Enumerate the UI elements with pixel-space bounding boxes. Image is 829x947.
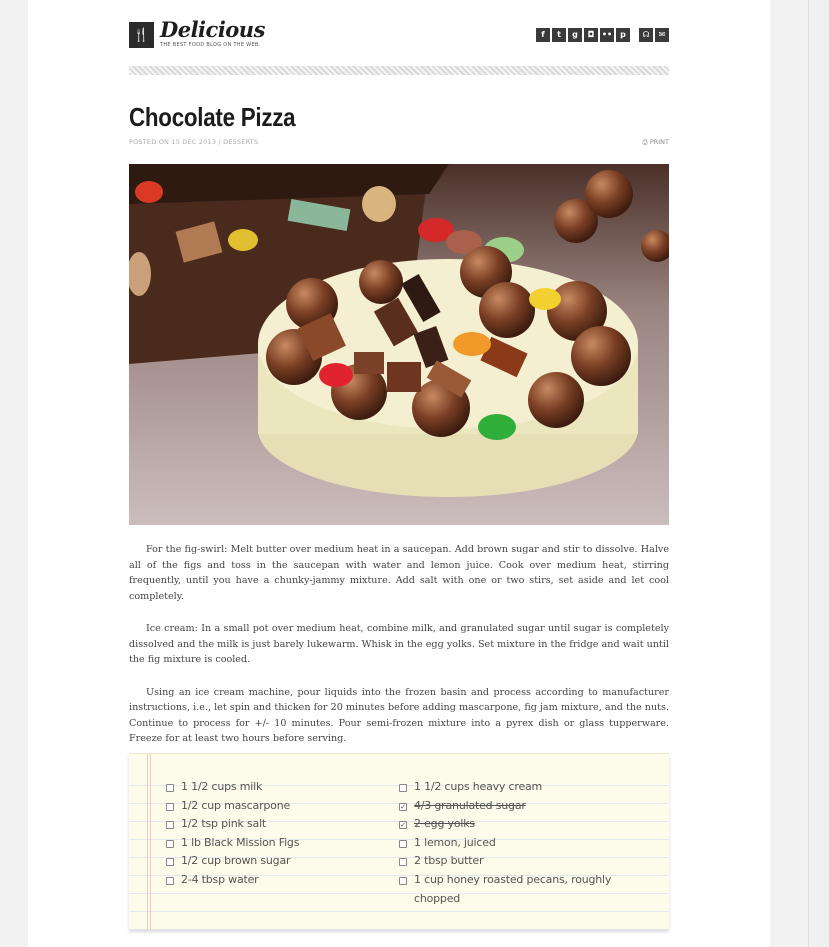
ingredients-column-left: 1 1/2 cups milk 1/2 cup mascarpone 1/2 tsp…: [166, 778, 366, 890]
ingredient-item[interactable]: ✓ 2 egg yolks: [399, 815, 629, 834]
paragraph: Ice cream: In a small pot over medium he…: [129, 623, 669, 665]
post-body: For the fig-swirl: Melt butter over medi…: [129, 542, 669, 764]
fork-knife-icon[interactable]: 🍴: [129, 22, 154, 48]
site-brand[interactable]: Delicious: [160, 17, 265, 42]
ingredient-label: 2-4 tbsp water: [181, 872, 259, 886]
ingredient-item[interactable]: 2 tbsp butter: [399, 852, 629, 871]
post-title[interactable]: Chocolate Pizza: [129, 102, 296, 133]
header-divider: [129, 66, 669, 75]
print-label: Print: [649, 138, 669, 146]
site-tagline: The best food blog on the web.: [160, 42, 261, 48]
paragraph: Using an ice cream machine, pour liquids…: [129, 686, 669, 745]
ingredient-checkbox[interactable]: [166, 784, 174, 792]
ingredient-label: 1 1/2 cups milk: [181, 780, 263, 793]
notepad-margin-line: [147, 754, 151, 930]
ingredient-item[interactable]: 2-4 tbsp water: [166, 871, 366, 890]
ingredient-label: 2 egg yolks: [414, 817, 475, 831]
ingredient-checkbox[interactable]: [166, 821, 174, 830]
ingredient-checkbox[interactable]: [166, 876, 174, 885]
rss-icon[interactable]: ☊: [639, 28, 653, 42]
ingredient-item[interactable]: 1 lb Black Mission Figs: [166, 834, 366, 853]
flickr-icon[interactable]: ••: [600, 28, 614, 42]
chocolate-pizza-image: [129, 164, 669, 525]
instagram-icon[interactable]: ◘: [584, 28, 598, 42]
ingredient-label: 1 lemon, juiced: [414, 835, 496, 849]
site-header: 🍴 Delicious The best food blog on the we…: [129, 17, 669, 60]
ingredient-checkbox[interactable]: [166, 858, 174, 867]
printer-icon: ⎙: [642, 138, 648, 146]
ingredient-checkbox[interactable]: [166, 839, 174, 848]
paragraph: For the fig-swirl: Melt butter over medi…: [129, 544, 669, 602]
ingredients-card: 1 1/2 cups milk 1/2 cup mascarpone 1/2 tsp…: [129, 753, 669, 930]
facebook-icon[interactable]: f: [536, 28, 550, 42]
post-meta: Posted on 15 Dec 2013 / Desserts: [129, 138, 259, 146]
scrollbar[interactable]: [808, 0, 829, 947]
google-plus-icon[interactable]: g: [568, 28, 582, 42]
ingredient-item[interactable]: 1 cup honey roasted pecans, roughly chop…: [399, 871, 629, 908]
ingredient-item[interactable]: 1 1/2 cups heavy cream: [399, 778, 629, 797]
ingredient-label: 1 lb Black Mission Figs: [181, 835, 300, 849]
ingredient-label: 4/3 granulated sugar: [414, 798, 526, 812]
ingredient-label: 1 1/2 cups heavy cream: [414, 780, 543, 793]
ingredient-label: 1/2 cup brown sugar: [181, 854, 291, 868]
twitter-icon[interactable]: t: [552, 28, 566, 42]
ingredient-item[interactable]: 1 lemon, juiced: [399, 834, 629, 853]
ingredient-label: 1/2 cup mascarpone: [181, 798, 291, 812]
ingredient-checkbox[interactable]: [399, 784, 407, 792]
ingredient-checkbox[interactable]: [399, 858, 407, 867]
ingredient-checkbox[interactable]: [399, 876, 407, 885]
social-links: f t g ◘ •• p ☊ ✉: [536, 28, 669, 42]
ingredient-checkbox[interactable]: ✓: [399, 802, 407, 811]
ingredient-checkbox[interactable]: ✓: [399, 821, 407, 830]
ingredient-label: 2 tbsp butter: [414, 854, 484, 868]
ingredients-column-right: 1 1/2 cups heavy cream ✓ 4/3 granulated su…: [399, 778, 629, 908]
post-photo: [129, 164, 669, 525]
ingredient-item[interactable]: 1 1/2 cups milk: [166, 778, 366, 797]
ingredient-item[interactable]: 1/2 cup mascarpone: [166, 797, 366, 816]
ingredient-checkbox[interactable]: [166, 802, 174, 811]
ingredient-checkbox[interactable]: [399, 839, 407, 848]
pinterest-icon[interactable]: p: [616, 28, 630, 42]
ingredient-item[interactable]: 1/2 cup brown sugar: [166, 852, 366, 871]
ingredient-item[interactable]: 1/2 tsp pink salt: [166, 815, 366, 834]
ingredient-label: 1 cup honey roasted pecans, roughly chop…: [414, 872, 612, 905]
ingredient-label: 1/2 tsp pink salt: [181, 817, 267, 831]
email-icon[interactable]: ✉: [655, 28, 669, 42]
print-link[interactable]: ⎙ Print: [643, 138, 669, 147]
ingredient-item[interactable]: ✓ 4/3 granulated sugar: [399, 797, 629, 816]
